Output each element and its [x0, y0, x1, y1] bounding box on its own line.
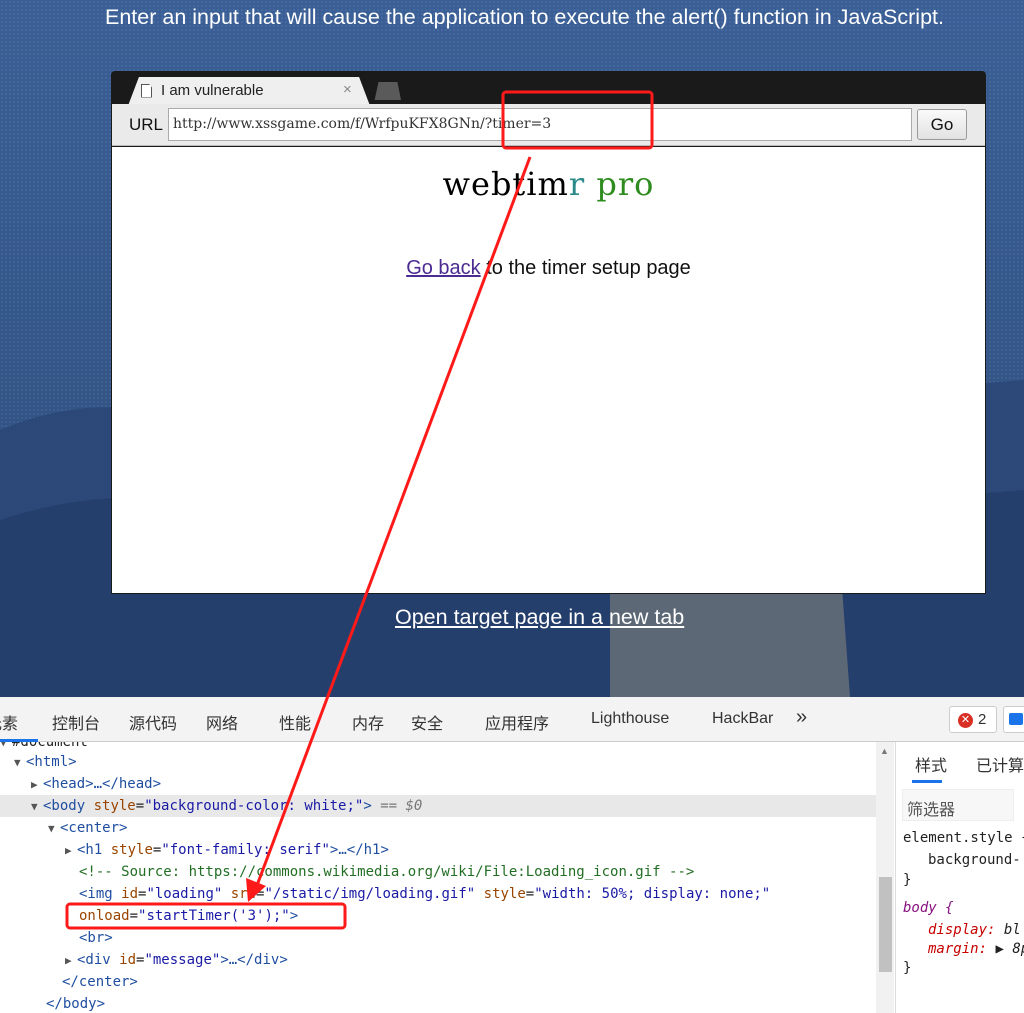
tab-lighthouse[interactable]: Lighthouse	[591, 710, 669, 728]
styles-filter-input[interactable]: 筛选器	[902, 789, 1014, 821]
dom-node-body[interactable]: ▼ <body style="background-color: white;">…	[31, 795, 422, 817]
scroll-thumb[interactable]	[879, 877, 892, 972]
tab-hackbar[interactable]: HackBar	[712, 710, 773, 728]
styles-tab-indicator	[912, 780, 942, 783]
tab-memory[interactable]: 内存	[352, 710, 384, 734]
dom-node-html[interactable]: ▼ <html>	[14, 751, 77, 773]
dom-node-comment[interactable]: <!-- Source: https://commons.wikimedia.o…	[79, 861, 694, 883]
close-icon[interactable]: ×	[343, 81, 352, 98]
tab-computed[interactable]: 已计算	[976, 752, 1024, 776]
scroll-up-icon[interactable]: ▲	[880, 746, 889, 756]
browser-tab-content: I am vulnerable	[141, 82, 264, 99]
dom-node-center[interactable]: ▼ <center>	[48, 817, 127, 839]
embedded-browser: I am vulnerable × URL http://www.xssgame…	[111, 71, 986, 594]
tab-elements[interactable]: 元素	[0, 710, 18, 734]
logo-part-3: pro	[596, 165, 655, 203]
dom-tree: ▼ #document ▼ <html> ▶ <head>…</head> ▼ <bod…	[0, 742, 876, 1013]
url-bar: URL http://www.xssgame.com/f/WrfpuKFX8GN…	[112, 104, 985, 146]
dom-scrollbar[interactable]: ▲	[876, 742, 894, 1013]
dom-node-body-close[interactable]: </body>	[46, 993, 105, 1013]
go-button[interactable]: Go	[917, 109, 967, 140]
tab-performance[interactable]: 性能	[279, 710, 311, 734]
message-icon	[1009, 713, 1023, 725]
tab-network[interactable]: 网络	[206, 710, 238, 734]
new-tab-button[interactable]	[374, 82, 401, 100]
dom-node-h1[interactable]: ▶ <h1 style="font-family: serif">…</h1>	[65, 839, 389, 861]
logo-part-1: webtim	[442, 165, 569, 203]
error-badge[interactable]: ✕ 2	[949, 706, 997, 733]
challenge-area: Enter an input that will cause the appli…	[0, 0, 1024, 697]
dom-node-br[interactable]: <br>	[79, 927, 113, 949]
display-property[interactable]: display: bl	[928, 922, 1021, 938]
browser-viewport: webtimr pro Go back to the timer setup p…	[112, 147, 985, 593]
dom-node-div-message[interactable]: ▶ <div id="message">…</div>	[65, 949, 288, 971]
element-style-rule: element.style {	[903, 830, 1024, 846]
body-rule: body {	[903, 900, 954, 916]
go-back-line: Go back to the timer setup page	[112, 257, 985, 280]
url-input[interactable]: http://www.xssgame.com/f/WrfpuKFX8GNn/?t…	[168, 108, 912, 141]
rule-close: }	[903, 872, 912, 888]
styles-pane: 样式 已计算 筛选器 element.style { background- }…	[895, 742, 1024, 1013]
go-back-text: to the timer setup page	[486, 257, 691, 279]
open-target-link[interactable]: Open target page in a new tab	[395, 605, 684, 630]
rule-close-2: }	[903, 960, 912, 976]
dom-node-head[interactable]: ▶ <head>…</head>	[31, 773, 161, 795]
background-property[interactable]: background-	[928, 852, 1021, 868]
devtools-tab-bar: 元素 控制台 源代码 网络 性能 内存 安全 应用程序 Lighthouse H…	[0, 697, 1024, 742]
tab-styles[interactable]: 样式	[915, 752, 947, 776]
page-logo: webtimr pro	[112, 165, 985, 203]
url-label: URL	[129, 115, 164, 134]
margin-property[interactable]: margin: ▶ 8p	[928, 941, 1024, 957]
tab-title: I am vulnerable	[161, 82, 264, 99]
tab-console[interactable]: 控制台	[52, 710, 100, 734]
more-tabs-icon[interactable]: »	[796, 706, 807, 729]
logo-part-2: r	[568, 165, 586, 203]
tab-security[interactable]: 安全	[411, 710, 443, 734]
document-icon	[141, 83, 152, 98]
instruction-text: Enter an input that will cause the appli…	[105, 5, 944, 29]
tab-sources[interactable]: 源代码	[129, 710, 177, 734]
tab-application[interactable]: 应用程序	[485, 710, 549, 734]
devtools-panel: 元素 控制台 源代码 网络 性能 内存 安全 应用程序 Lighthouse H…	[0, 697, 1024, 1013]
go-back-link[interactable]: Go back	[406, 257, 480, 279]
error-icon: ✕	[958, 713, 973, 728]
error-count: 2	[978, 711, 987, 728]
dom-node-img-onload[interactable]: onload="startTimer('3');">	[79, 905, 298, 927]
dom-node-img[interactable]: <img id="loading" src="/static/img/loadi…	[79, 883, 770, 905]
dom-node-center-close[interactable]: </center>	[62, 971, 138, 993]
message-badge[interactable]	[1003, 706, 1024, 733]
